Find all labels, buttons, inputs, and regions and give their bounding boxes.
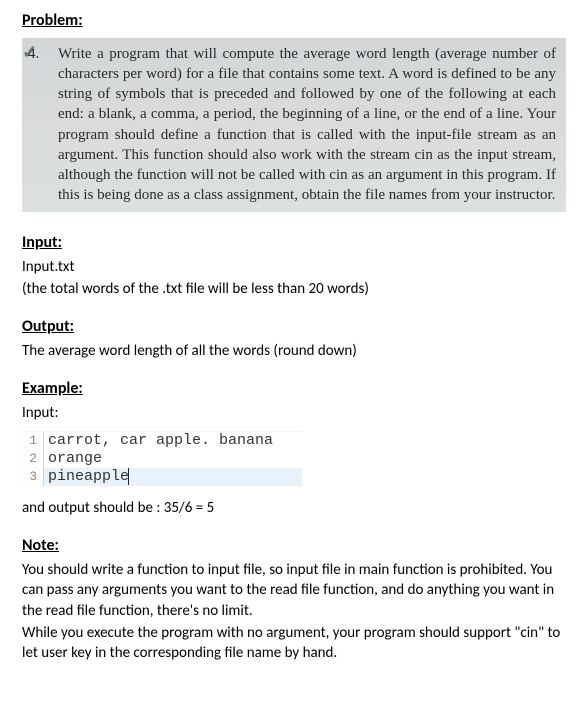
code-row: 2 orange <box>22 450 302 468</box>
text-caret <box>128 468 129 485</box>
problem-text: Write a program that will compute the av… <box>58 46 556 204</box>
heading-output: Output: <box>22 316 566 338</box>
input-filename: Input.txt <box>22 257 566 277</box>
note-body: You should write a function to input fil… <box>22 560 566 663</box>
input-constraint: (the total words of the .txt file will b… <box>22 279 566 299</box>
example-input-label: Input: <box>22 403 566 423</box>
line-number: 1 <box>22 432 44 450</box>
note-paragraph-1: You should write a function to input fil… <box>22 560 566 621</box>
heading-input: Input: <box>22 232 566 254</box>
heading-example: Example: <box>22 378 566 400</box>
line-number: 3 <box>22 468 44 486</box>
output-description: The average word length of all the words… <box>22 341 566 361</box>
code-editor: 1 carrot, car apple. banana 2 orange 3 p… <box>22 431 302 486</box>
code-line: orange <box>44 450 302 468</box>
textbook-excerpt: ✓ 4. Write a program that will compute t… <box>22 38 566 212</box>
line-number: 2 <box>22 450 44 468</box>
example-output: and output should be : 35/6 = 5 <box>22 498 566 518</box>
code-row: 1 carrot, car apple. banana <box>22 432 302 450</box>
code-row: 3 pineapple <box>22 468 302 486</box>
note-paragraph-2: While you execute the program with no ar… <box>22 623 566 664</box>
code-line: carrot, car apple. banana <box>44 432 302 450</box>
heading-note: Note: <box>22 535 566 557</box>
problem-number: 4. <box>28 44 39 64</box>
heading-problem: Problem: <box>22 10 566 32</box>
code-line: pineapple <box>44 468 302 486</box>
